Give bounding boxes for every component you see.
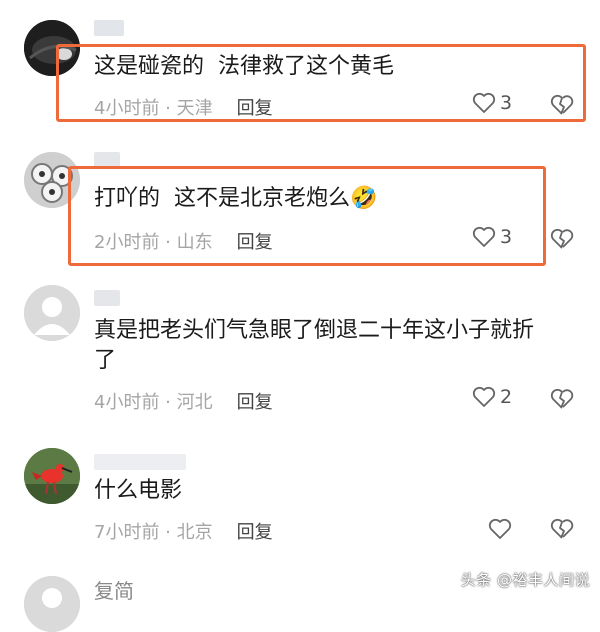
broken-heart-icon	[550, 94, 574, 115]
heart-icon	[488, 518, 512, 539]
avatar[interactable]	[24, 576, 80, 632]
reply-button[interactable]: 回复	[237, 522, 273, 543]
username-blurred	[94, 290, 120, 306]
comment-time-location: 4小时前 · 天津	[94, 98, 213, 119]
comment-item: 真是把老头们气急眼了倒退二十年这小子就折 了 4小时前 · 河北 回复 2	[0, 280, 600, 430]
comment-time-location: 2小时前 · 山东	[94, 232, 213, 253]
comment-time-location: 7小时前 · 北京	[94, 522, 213, 543]
broken-heart-icon	[550, 518, 574, 539]
comment-meta: 4小时前 · 河北 回复	[94, 388, 273, 414]
like-count: 2	[500, 386, 513, 408]
comment-meta: 4小时前 · 天津 回复	[94, 94, 273, 120]
dislike-button[interactable]	[550, 518, 574, 544]
comment-item: 打吖的 这不是北京老炮么🤣 2小时前 · 山东 回复 3	[0, 140, 600, 280]
like-button[interactable]: 2	[472, 386, 512, 408]
default-avatar-icon	[24, 576, 80, 632]
avatar[interactable]	[24, 285, 80, 341]
broken-heart-icon	[550, 228, 574, 249]
comment-meta: 7小时前 · 北京 回复	[94, 518, 273, 544]
comment-text: 真是把老头们气急眼了倒退二十年这小子就折 了	[94, 318, 535, 373]
like-button[interactable]	[488, 518, 516, 540]
reply-button[interactable]: 回复	[237, 232, 273, 253]
bird-avatar-image	[24, 448, 80, 504]
username-blurred	[94, 454, 186, 470]
comment-text: 这是碰瓷的 法律救了这个黄毛	[94, 54, 394, 79]
username-blurred	[94, 20, 124, 36]
dislike-button[interactable]	[550, 228, 574, 254]
dislike-button[interactable]	[550, 94, 574, 120]
heart-icon	[472, 92, 496, 113]
comment-text: 什么电影	[94, 478, 183, 503]
avatar[interactable]	[24, 448, 80, 504]
heart-icon	[472, 386, 496, 407]
like-button[interactable]: 3	[472, 92, 512, 114]
dislike-button[interactable]	[550, 388, 574, 414]
like-button[interactable]: 3	[472, 226, 512, 248]
comment-meta: 2小时前 · 山东 回复	[94, 228, 273, 254]
comment-username: 复简	[94, 579, 134, 603]
like-count: 3	[500, 92, 513, 114]
default-avatar-icon	[24, 285, 80, 341]
comment-item: 这是碰瓷的 法律救了这个黄毛 4小时前 · 天津 回复 3	[0, 0, 600, 140]
comment-text: 打吖的 这不是北京老炮么🤣	[94, 186, 378, 211]
reply-button[interactable]: 回复	[237, 392, 273, 413]
heart-icon	[472, 226, 496, 247]
reply-button[interactable]: 回复	[237, 98, 273, 119]
watermark: 头条 @裕丰人间说	[460, 571, 590, 589]
comment-time-location: 4小时前 · 河北	[94, 392, 213, 413]
broken-heart-icon	[550, 388, 574, 409]
like-count: 3	[500, 226, 513, 248]
comment-item: 什么电影 7小时前 · 北京 回复	[0, 440, 600, 570]
